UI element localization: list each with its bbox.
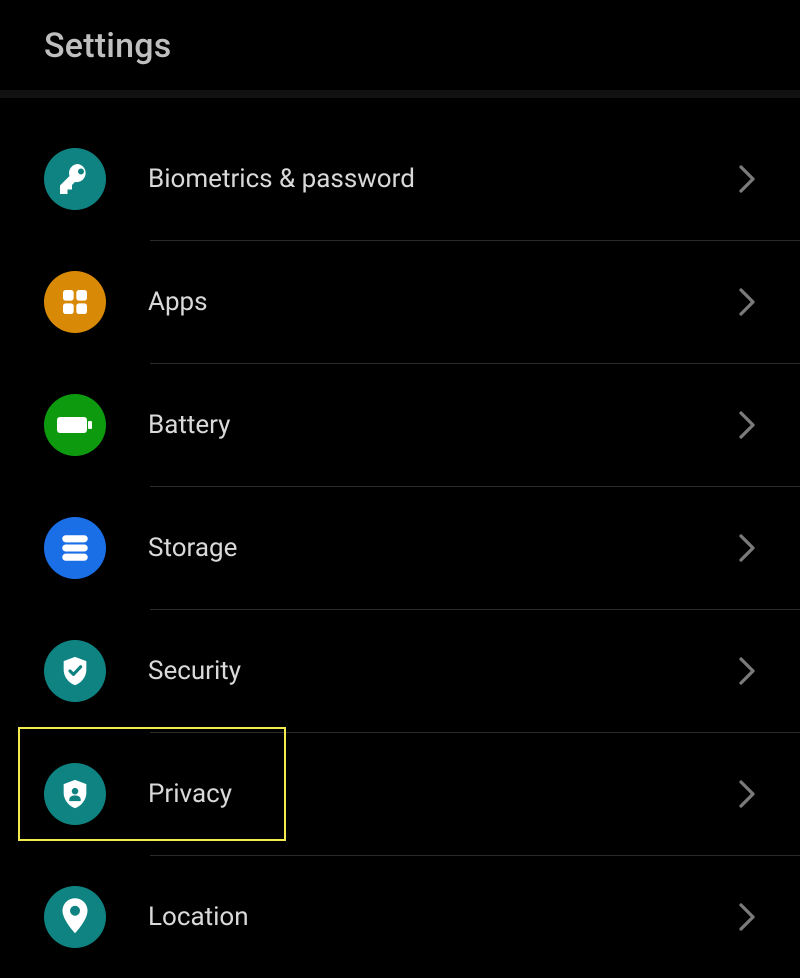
settings-item-storage[interactable]: Storage bbox=[0, 487, 800, 609]
chevron-right-icon bbox=[738, 164, 756, 194]
storage-icon bbox=[44, 517, 106, 579]
settings-item-label: Battery bbox=[148, 410, 738, 440]
settings-item-label: Biometrics & password bbox=[148, 164, 738, 194]
chevron-right-icon bbox=[738, 287, 756, 317]
settings-item-apps[interactable]: Apps bbox=[0, 241, 800, 363]
settings-item-label: Storage bbox=[148, 533, 738, 563]
settings-item-location[interactable]: Location bbox=[0, 856, 800, 978]
shield-user-icon bbox=[44, 763, 106, 825]
settings-item-biometrics[interactable]: Biometrics & password bbox=[0, 118, 800, 240]
settings-item-security[interactable]: Security bbox=[0, 610, 800, 732]
chevron-right-icon bbox=[738, 656, 756, 686]
settings-list: Biometrics & password Apps Battery Stora… bbox=[0, 98, 800, 978]
chevron-right-icon bbox=[738, 779, 756, 809]
settings-item-battery[interactable]: Battery bbox=[0, 364, 800, 486]
header-divider bbox=[0, 90, 800, 98]
settings-item-label: Apps bbox=[148, 287, 738, 317]
settings-item-privacy[interactable]: Privacy bbox=[0, 733, 800, 855]
page-header: Settings bbox=[0, 0, 800, 90]
battery-icon bbox=[44, 394, 106, 456]
apps-icon bbox=[44, 271, 106, 333]
chevron-right-icon bbox=[738, 533, 756, 563]
settings-item-label: Security bbox=[148, 656, 738, 686]
pin-icon bbox=[44, 886, 106, 948]
settings-item-label: Privacy bbox=[148, 779, 738, 809]
chevron-right-icon bbox=[738, 410, 756, 440]
chevron-right-icon bbox=[738, 902, 756, 932]
key-icon bbox=[44, 148, 106, 210]
page-title: Settings bbox=[44, 26, 756, 66]
settings-item-label: Location bbox=[148, 902, 738, 932]
shield-check-icon bbox=[44, 640, 106, 702]
